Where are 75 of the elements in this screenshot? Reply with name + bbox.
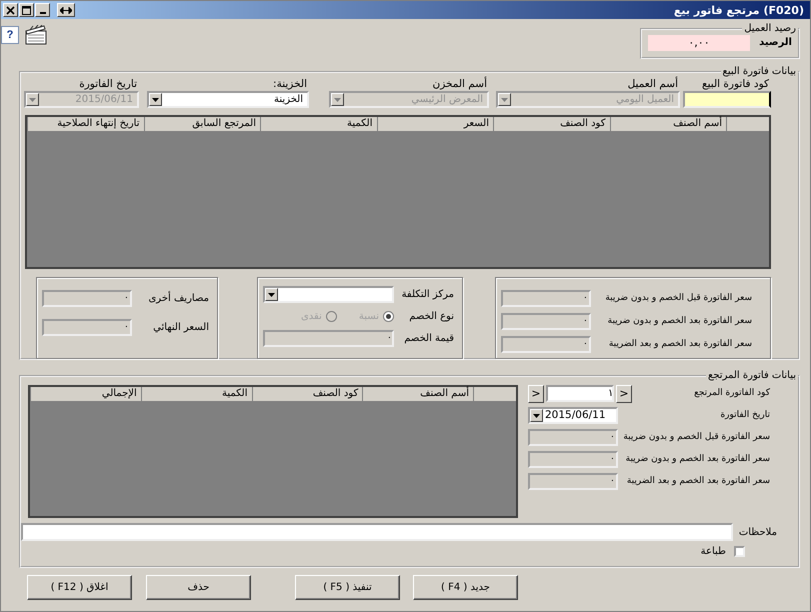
- field-label: ملاحظات: [738, 526, 777, 540]
- group-label: بيانات فاتورة المرتجع: [707, 370, 797, 381]
- column-header[interactable]: الكمية: [260, 117, 376, 131]
- action-button[interactable]: اغلاق ( F12 ): [27, 575, 132, 600]
- checkbox[interactable]: طباعة: [700, 546, 745, 557]
- input-field[interactable]: [683, 91, 771, 108]
- column-header[interactable]: المرتجع السابق: [144, 117, 260, 131]
- field-label: مركز التكلفة: [402, 288, 454, 302]
- data-grid[interactable]: أسم الصنف كود الصنف الكمية الإجمالي: [28, 385, 518, 518]
- column-header[interactable]: كود الصنف: [252, 387, 362, 401]
- dropdown[interactable]: الخزينة: [147, 91, 309, 108]
- field-label: مصاريف أخرى: [148, 290, 209, 306]
- column-header[interactable]: أسم الصنف: [362, 387, 473, 401]
- column-header[interactable]: الإجمالي: [30, 387, 141, 401]
- previous-button[interactable]: <: [528, 384, 544, 402]
- caret-icon: [533, 414, 540, 418]
- field-label: سعر الفاتورة قبل الخصم و بدون ضريبة: [623, 431, 770, 444]
- input-field[interactable]: ٠: [528, 429, 618, 446]
- group-label: بيانات فاتورة البيع: [722, 66, 797, 77]
- input-field: ٠,٠٠: [648, 34, 750, 50]
- resize-button[interactable]: [57, 3, 75, 17]
- caret-icon: [501, 98, 508, 102]
- close-icon: [6, 6, 15, 14]
- column-header[interactable]: السعر: [376, 117, 493, 131]
- input-field[interactable]: [21, 523, 733, 541]
- field-label: الخزينة:: [272, 77, 308, 91]
- caret-icon: [334, 98, 341, 102]
- field-label: أسم العميل: [626, 77, 679, 91]
- column-header[interactable]: كود الصنف: [493, 117, 610, 131]
- field-label: كود الفاتورة المرتجع: [694, 387, 770, 400]
- window-title: (F020) مرتجع فاتور بيع: [674, 4, 804, 16]
- action-button[interactable]: حذف: [146, 575, 251, 600]
- group-label: رصيد العميل: [743, 23, 797, 34]
- column-header[interactable]: الكمية: [140, 387, 252, 401]
- maximize-icon: [22, 6, 31, 14]
- field-label: سعر الفاتورة بعد الخصم و بدون ضريبة: [626, 453, 770, 466]
- minimize-button[interactable]: [35, 3, 50, 17]
- caret-icon: [152, 98, 159, 102]
- input-field[interactable]: ٠: [42, 290, 132, 307]
- double-arrow-icon: [60, 6, 72, 14]
- input-field[interactable]: ١: [546, 385, 614, 402]
- column-header[interactable]: أسم الصنف: [610, 117, 726, 131]
- minimize-icon: [40, 12, 46, 14]
- input-field[interactable]: ٠: [501, 290, 591, 307]
- field-label: أسم المخزن: [431, 77, 488, 91]
- field-label: سعر الفاتورة بعد الخصم و بدون ضريبة: [608, 315, 752, 328]
- input-field[interactable]: ٠: [528, 451, 618, 468]
- caret-icon: [268, 292, 275, 296]
- clapperboard-icon[interactable]: [25, 25, 47, 45]
- close-button[interactable]: [3, 3, 18, 17]
- maximize-button[interactable]: [19, 3, 34, 17]
- input-field[interactable]: ٠: [42, 319, 132, 336]
- field-label: السعر النهائي: [153, 321, 209, 335]
- field-label: سعر الفاتورة بعد الخصم و بعد الضريبة: [626, 475, 770, 488]
- dropdown[interactable]: [263, 286, 394, 303]
- column-header[interactable]: تاريخ إنتهاء الصلاحية: [27, 117, 144, 131]
- input-field[interactable]: ٠: [501, 336, 591, 353]
- input-field[interactable]: ٠: [501, 313, 591, 330]
- field-label: الرصيد: [759, 36, 792, 50]
- action-button[interactable]: جديد ( F4 ): [413, 575, 518, 600]
- field-label: تاريخ الفاتورة: [78, 77, 138, 91]
- next-button[interactable]: <: [616, 384, 632, 402]
- field-label: تاريخ الفاتورة: [720, 409, 770, 422]
- caret-icon: [29, 98, 36, 102]
- date-picker[interactable]: 2015/06/11: [528, 407, 618, 424]
- field-label: نوع الخصم: [409, 310, 454, 324]
- input-field[interactable]: ٠: [528, 473, 618, 490]
- action-button[interactable]: تنفيذ ( F5 ): [295, 575, 400, 600]
- field-label: قيمة الخصم: [404, 332, 454, 346]
- field-label: سعر الفاتورة قبل الخصم و بدون ضريبة: [605, 292, 752, 305]
- field-label: سعر الفاتورة بعد الخصم و بعد الضريبة: [608, 338, 752, 351]
- data-grid[interactable]: أسم الصنف كود الصنف السعر الكمية المرتجع السابق تاريخ إنتهاء الصلاحية: [25, 115, 771, 269]
- input-field[interactable]: ٠: [263, 330, 394, 347]
- help-button[interactable]: ?: [1, 26, 19, 44]
- field-label: كود فاتورة البيع: [701, 77, 770, 91]
